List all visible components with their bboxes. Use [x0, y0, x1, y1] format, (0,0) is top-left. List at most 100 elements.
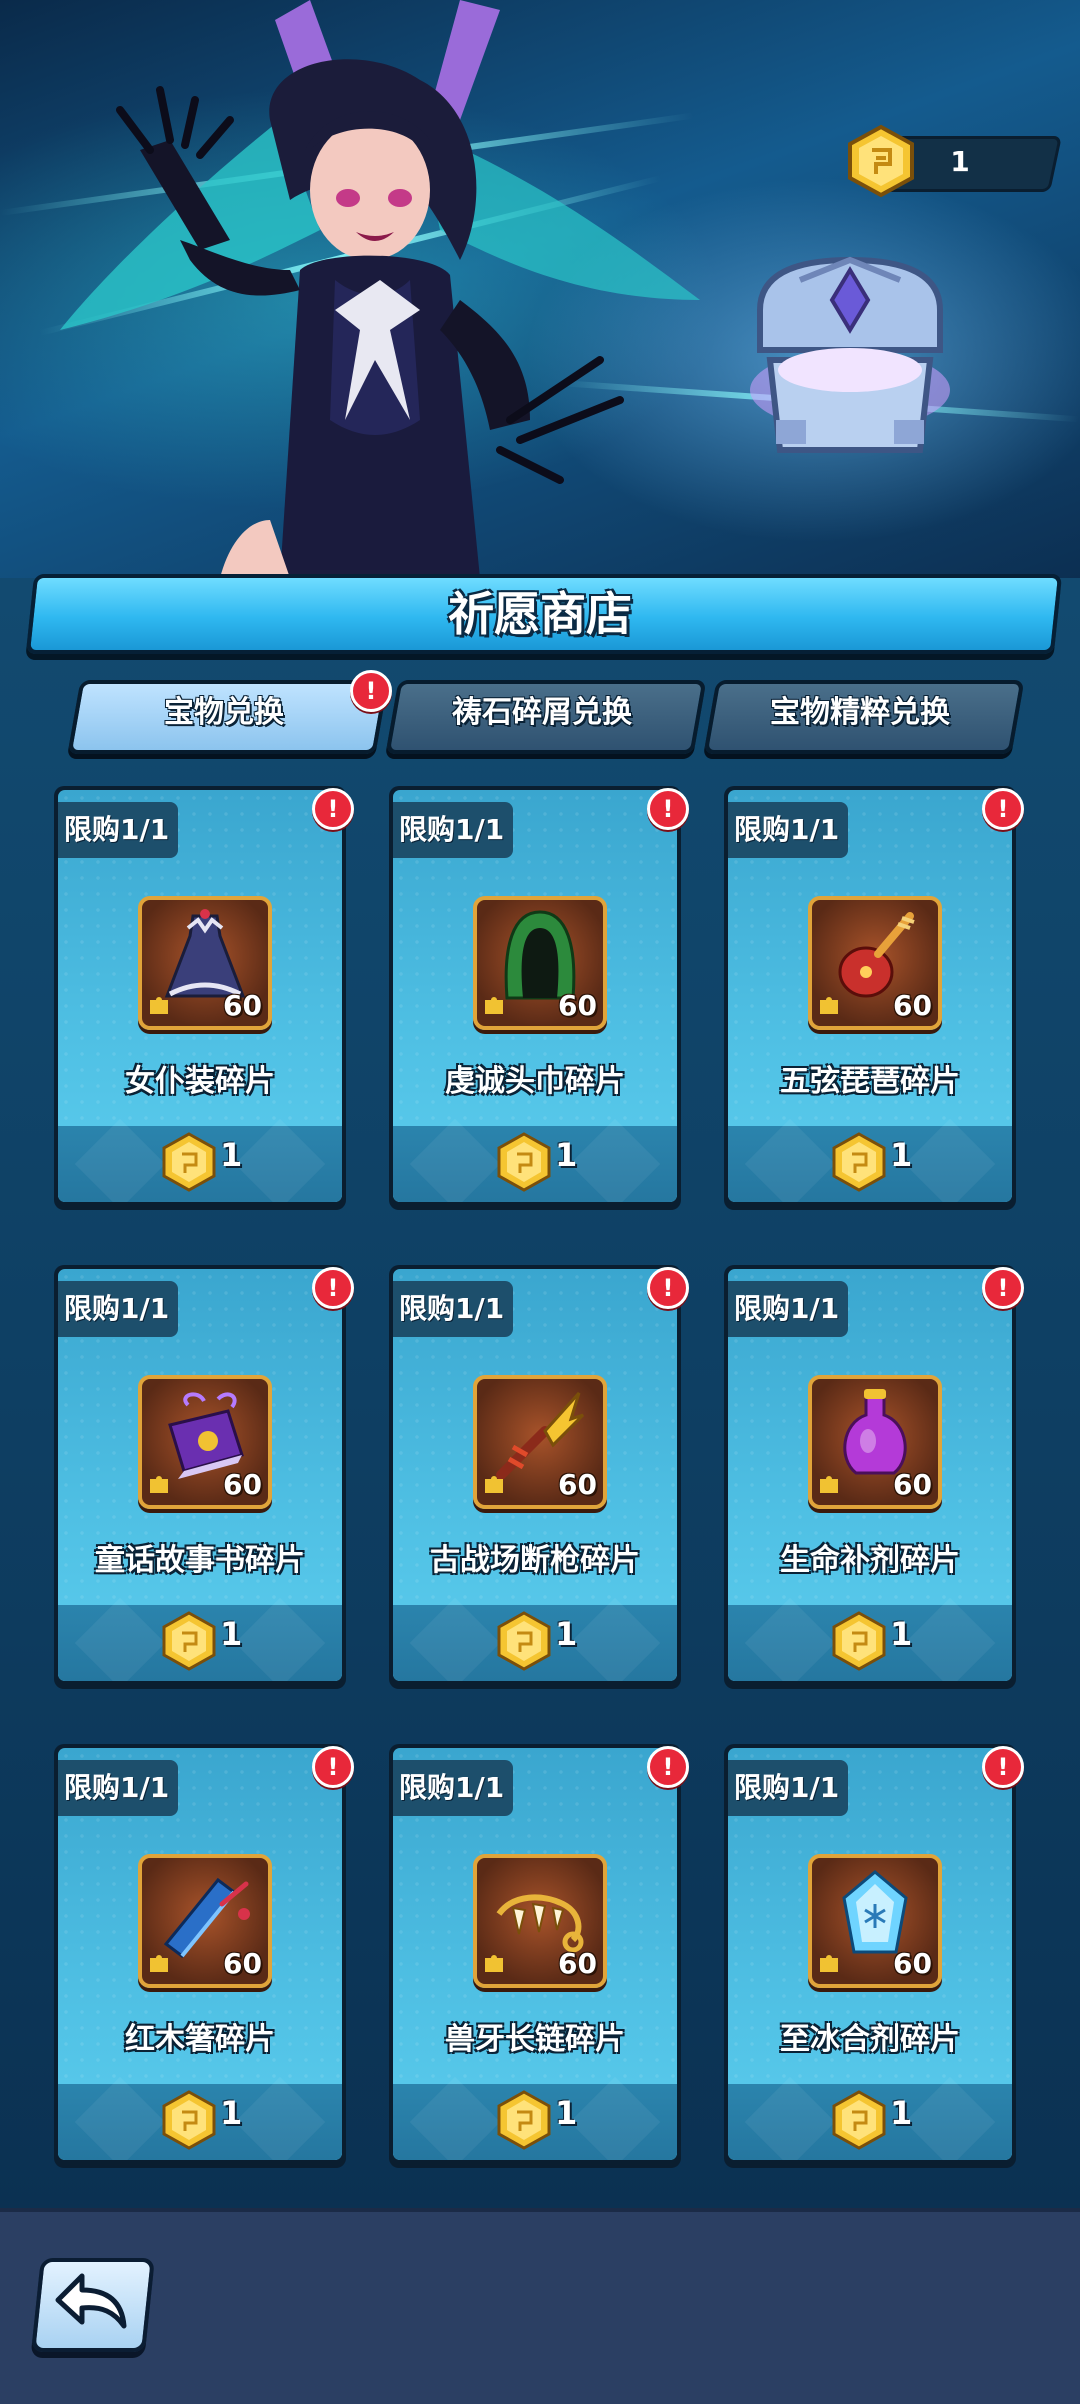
price-band: 1 — [393, 1118, 677, 1202]
alert-badge: ! — [312, 788, 354, 830]
decor-diamond — [904, 2076, 996, 2160]
tab-label: 宝物兑换 — [164, 695, 284, 730]
shop-item-card[interactable]: 限购1/1 60 女仆装碎片 1 ! — [54, 786, 354, 1210]
price-band: 1 — [58, 2076, 342, 2160]
fragment-quantity: 60 — [558, 1468, 597, 1501]
alert-badge: ! — [647, 1267, 689, 1309]
decor-diamond — [234, 1597, 326, 1681]
fragment-quantity: 60 — [558, 989, 597, 1022]
puzzle-piece-icon — [150, 997, 168, 1014]
item-name: 女仆装碎片 — [125, 1064, 275, 1099]
price-band: 1 — [728, 2076, 1012, 2160]
decor-diamond — [904, 1118, 996, 1202]
fragment-quantity: 60 — [223, 1468, 262, 1501]
tab-label: 祷石碎屑兑换 — [452, 695, 632, 730]
puzzle-piece-icon — [820, 997, 838, 1014]
back-arrow-icon[interactable] — [52, 2266, 132, 2336]
price-band: 1 — [393, 2076, 677, 2160]
shop-item-card[interactable]: 限购1/1 60 兽牙长链碎片 1 ! — [389, 1744, 689, 2168]
item-frame: 60 — [138, 1375, 272, 1509]
puzzle-piece-icon — [485, 1476, 503, 1493]
price-value: 1 — [890, 1615, 913, 1653]
treasure-chest-icon — [750, 256, 950, 453]
fragment-quantity: 60 — [558, 1947, 597, 1980]
hero-banner: 1 — [0, 0, 1080, 578]
tab-label: 宝物精粹兑换 — [770, 695, 950, 730]
price-band: 1 — [728, 1118, 1012, 1202]
price-value: 1 — [220, 1136, 243, 1174]
item-name: 兽牙长链碎片 — [445, 2022, 625, 2057]
alert-badge: ! — [982, 1267, 1024, 1309]
card-body: 限购1/1 60 红木箸碎片 1 — [58, 1748, 342, 2160]
decor-diamond — [569, 1118, 661, 1202]
card-body: 限购1/1 60 生命补剂碎片 1 — [728, 1269, 1012, 1681]
price-value: 1 — [555, 1136, 578, 1174]
alert-badge: ! — [350, 670, 392, 712]
decor-diamond — [409, 1597, 501, 1681]
shop-item-card[interactable]: 限购1/1 60 童话故事书碎片 1 ! — [54, 1265, 354, 1689]
gold-coin-icon — [832, 1132, 886, 1192]
gold-coin-icon — [832, 1611, 886, 1671]
item-frame: 60 — [808, 1854, 942, 1988]
item-frame: 60 — [473, 1375, 607, 1509]
gold-coin-icon — [832, 2090, 886, 2150]
gold-coin-icon — [497, 2090, 551, 2150]
shop-item-card[interactable]: 限购1/1 60 至冰合剂碎片 1 ! — [724, 1744, 1024, 2168]
bottom-bar — [0, 2208, 1080, 2404]
gold-coin-icon — [848, 124, 914, 198]
page-title: 祈愿商店 — [448, 587, 632, 641]
item-name: 古战场断枪碎片 — [430, 1543, 640, 1578]
decor-diamond — [74, 1118, 166, 1202]
fragment-quantity: 60 — [223, 989, 262, 1022]
shop-item-card[interactable]: 限购1/1 60 古战场断枪碎片 1 ! — [389, 1265, 689, 1689]
purchase-limit-tag: 限购1/1 — [393, 802, 513, 858]
purchase-limit-tag: 限购1/1 — [728, 1281, 848, 1337]
card-body: 限购1/1 60 五弦琵琶碎片 1 — [728, 790, 1012, 1202]
gold-coin-icon — [162, 2090, 216, 2150]
puzzle-piece-icon — [150, 1955, 168, 1972]
decor-diamond — [904, 1597, 996, 1681]
gold-coin-icon — [162, 1611, 216, 1671]
purchase-limit-tag: 限购1/1 — [728, 1760, 848, 1816]
puzzle-piece-icon — [150, 1476, 168, 1493]
shop-item-card[interactable]: 限购1/1 60 红木箸碎片 1 ! — [54, 1744, 354, 2168]
price-value: 1 — [555, 1615, 578, 1653]
shop-item-card[interactable]: 限购1/1 60 五弦琵琶碎片 1 ! — [724, 786, 1024, 1210]
alert-badge: ! — [982, 788, 1024, 830]
purchase-limit-tag: 限购1/1 — [58, 802, 178, 858]
price-value: 1 — [890, 1136, 913, 1174]
item-name: 生命补剂碎片 — [780, 1543, 960, 1578]
decor-diamond — [569, 1597, 661, 1681]
price-band: 1 — [58, 1597, 342, 1681]
gold-coin-icon — [497, 1132, 551, 1192]
item-name: 童话故事书碎片 — [95, 1543, 305, 1578]
alert-badge: ! — [647, 788, 689, 830]
purchase-limit-tag: 限购1/1 — [58, 1281, 178, 1337]
fragment-quantity: 60 — [893, 989, 932, 1022]
alert-badge: ! — [647, 1746, 689, 1788]
decor-diamond — [74, 1597, 166, 1681]
shop-item-card[interactable]: 限购1/1 60 生命补剂碎片 1 ! — [724, 1265, 1024, 1689]
currency-count: 1 — [950, 145, 970, 178]
shop-item-card[interactable]: 限购1/1 60 虔诚头巾碎片 1 ! — [389, 786, 689, 1210]
item-name: 虔诚头巾碎片 — [445, 1064, 625, 1099]
decor-diamond — [744, 2076, 836, 2160]
decor-diamond — [409, 1118, 501, 1202]
decor-diamond — [234, 1118, 326, 1202]
purchase-limit-tag: 限购1/1 — [58, 1760, 178, 1816]
price-value: 1 — [220, 1615, 243, 1653]
card-body: 限购1/1 60 兽牙长链碎片 1 — [393, 1748, 677, 2160]
gold-coin-icon — [497, 1611, 551, 1671]
card-body: 限购1/1 60 虔诚头巾碎片 1 — [393, 790, 677, 1202]
puzzle-piece-icon — [820, 1955, 838, 1972]
alert-badge: ! — [982, 1746, 1024, 1788]
item-frame: 60 — [808, 896, 942, 1030]
card-body: 限购1/1 60 古战场断枪碎片 1 — [393, 1269, 677, 1681]
puzzle-piece-icon — [485, 997, 503, 1014]
price-band: 1 — [728, 1597, 1012, 1681]
price-value: 1 — [890, 2094, 913, 2132]
item-name: 至冰合剂碎片 — [780, 2022, 960, 2057]
item-frame: 60 — [138, 896, 272, 1030]
fragment-quantity: 60 — [893, 1947, 932, 1980]
item-frame: 60 — [473, 896, 607, 1030]
